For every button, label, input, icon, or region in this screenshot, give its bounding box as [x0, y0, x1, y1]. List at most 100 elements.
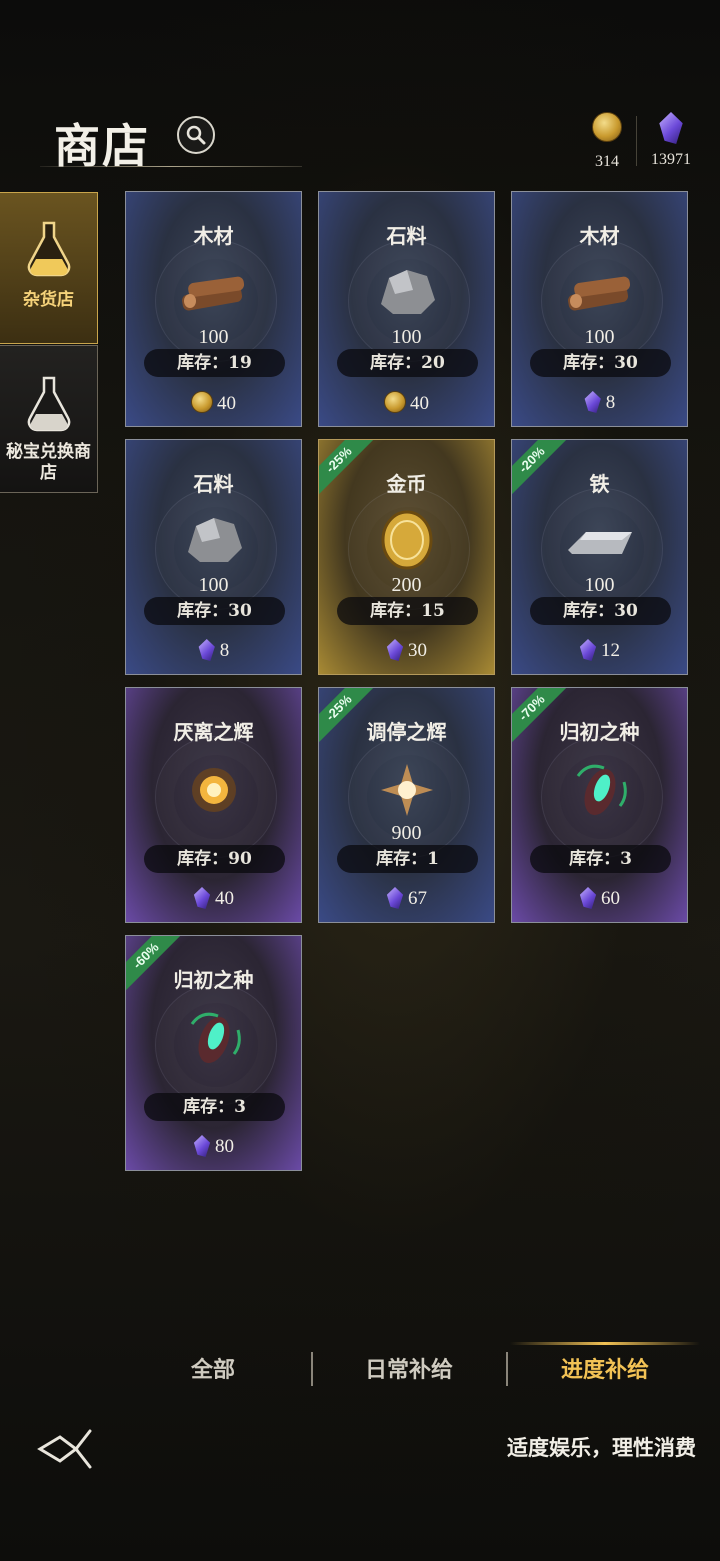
tab-all[interactable]: 全部: [118, 1342, 308, 1398]
item-price: 40: [126, 887, 301, 910]
item-name: 木材: [579, 224, 620, 248]
tab-progress-supply[interactable]: 进度补给: [510, 1342, 700, 1398]
gem-balance-value: 13971: [651, 151, 691, 168]
item-price: 80: [126, 1135, 301, 1158]
item-price: 60: [512, 887, 687, 910]
gold-coin-icon: [592, 112, 622, 142]
item-price-value: 40: [215, 888, 234, 909]
item-name: 厌离之辉: [173, 720, 254, 744]
sidebar-item-treasure-exchange[interactable]: 秘宝兑换商店: [0, 345, 98, 493]
sidebar-item-label: 秘宝兑换商店: [6, 442, 91, 483]
item-price: 12: [512, 639, 687, 662]
sidebar-item-general-store[interactable]: 杂货店: [0, 192, 98, 344]
seed-crystal-icon: [576, 764, 627, 816]
search-icon: [186, 125, 206, 145]
item-quantity: 200: [391, 574, 422, 596]
purple-gem-icon: [659, 112, 683, 144]
golden-orb-icon: [192, 768, 236, 812]
purple-gem-icon: [386, 639, 404, 661]
item-stock: 库存：30: [144, 597, 285, 625]
gold-coin-icon: [381, 510, 433, 570]
item-stock: 库存：90: [144, 845, 285, 873]
item-price: 8: [126, 639, 301, 662]
item-price: 30: [319, 639, 494, 662]
iron-ingot-icon: [568, 532, 632, 554]
item-quantity: 100: [198, 574, 229, 596]
purple-gem-icon: [584, 391, 601, 413]
shop-item-card[interactable]: 石料 100 库存：30 8: [125, 439, 302, 675]
item-quantity: 100: [584, 574, 615, 596]
coin-balance-value: 314: [595, 153, 619, 170]
shop-item-card[interactable]: 木材 100 库存：30 8: [511, 191, 688, 427]
purple-gem-icon: [198, 639, 215, 661]
item-price-value: 8: [605, 392, 616, 413]
item-price: 40: [126, 391, 301, 415]
potion-flask-icon: [27, 376, 71, 432]
shop-item-card[interactable]: -25% 金币 200 库存：15 30: [318, 439, 495, 675]
item-price: 67: [319, 887, 494, 910]
shop-item-card[interactable]: 石料 100 库存：20 40: [318, 191, 495, 427]
item-stock: 库存：20: [337, 349, 478, 377]
tab-divider: [311, 1352, 313, 1386]
item-name: 铁: [589, 472, 610, 496]
item-stock: 库存：15: [337, 597, 478, 625]
item-quantity: 100: [584, 326, 615, 348]
shop-item-card[interactable]: -25% 调停之辉 900 库存：1 67: [318, 687, 495, 923]
purple-gem-icon: [193, 887, 211, 909]
search-button[interactable]: [177, 116, 215, 154]
item-price-value: 12: [601, 640, 620, 661]
item-name: 调停之辉: [366, 720, 447, 744]
item-name: 归初之种: [173, 968, 254, 992]
shop-item-card[interactable]: 厌离之辉 库存：90 40: [125, 687, 302, 923]
item-price-value: 40: [217, 393, 236, 414]
shop-item-card[interactable]: -20% 铁 100 库存：30 12: [511, 439, 688, 675]
tab-divider: [506, 1352, 508, 1386]
item-name: 归初之种: [559, 720, 640, 744]
item-stock: 库存：30: [530, 597, 671, 625]
item-stock: 库存：1: [337, 845, 478, 873]
item-price-value: 30: [408, 640, 427, 661]
back-button[interactable]: [36, 1427, 96, 1471]
item-price: 40: [319, 391, 494, 415]
stone-icon: [188, 518, 242, 562]
item-price-value: 60: [601, 888, 620, 909]
shop-item-card[interactable]: -70% 归初之种 库存：3 60: [511, 687, 688, 923]
item-price-value: 40: [410, 393, 429, 414]
wood-logs-icon: [182, 276, 245, 311]
item-name: 石料: [386, 224, 427, 248]
gold-coin-icon: [384, 391, 406, 413]
gem-balance: 13971: [646, 112, 696, 169]
header: 商店 314 13971: [0, 100, 720, 180]
item-name: 金币: [386, 472, 427, 496]
item-quantity: 100: [391, 326, 422, 348]
item-stock: 库存：30: [530, 349, 671, 377]
item-stock: 库存：3: [144, 1093, 285, 1121]
seed-crystal-icon: [190, 1012, 241, 1064]
purple-gem-icon: [579, 887, 597, 909]
item-price: 8: [512, 391, 687, 414]
stone-icon: [381, 270, 435, 314]
back-arrow-icon: [37, 1429, 92, 1469]
purple-gem-icon: [386, 887, 404, 909]
footer-notice: 适度娱乐，理性消费: [507, 1435, 696, 1460]
potion-flask-icon: [27, 221, 71, 277]
purple-gem-icon: [579, 639, 597, 661]
tab-label: 进度补给: [560, 1357, 649, 1383]
wood-logs-icon: [568, 276, 631, 311]
coin-balance: 314: [590, 112, 624, 171]
title-underline: [40, 166, 302, 167]
shop-item-card[interactable]: -60% 归初之种 库存：3 80: [125, 935, 302, 1171]
item-price-value: 67: [408, 888, 427, 909]
shop-item-card[interactable]: 木材 100 库存：19 40: [125, 191, 302, 427]
item-name: 石料: [193, 472, 234, 496]
light-orb-icon: [381, 764, 433, 816]
purple-gem-icon: [193, 1135, 211, 1157]
item-stock: 库存：3: [530, 845, 671, 873]
active-tab-indicator: [510, 1342, 700, 1345]
item-name: 木材: [193, 224, 234, 248]
item-quantity: 900: [391, 822, 422, 844]
tab-daily-supply[interactable]: 日常补给: [314, 1342, 504, 1398]
tab-bar: 全部 日常补给 进度补给: [118, 1342, 703, 1398]
item-price-value: 80: [215, 1136, 234, 1157]
item-price-value: 8: [219, 640, 230, 661]
